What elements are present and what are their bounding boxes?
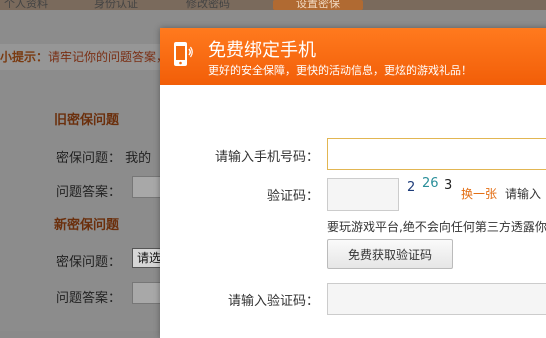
sms-code-label: 请输入验证码： xyxy=(228,294,320,309)
tip-bar: 小提示：请牢记你的问题答案， xyxy=(0,44,170,70)
captcha-char: 3 xyxy=(444,178,453,193)
new-answer-label: 问题答案： xyxy=(56,291,122,306)
bind-phone-dialog: 免费绑定手机 更好的安全保障，更快的活动信息，更炫的游戏礼品！ 请输入手机号码：… xyxy=(160,28,546,338)
tip-label: 小提示： xyxy=(0,50,49,64)
tip-text: 请牢记你的问题答案， xyxy=(48,50,169,64)
sms-code-input[interactable] xyxy=(327,283,546,315)
old-answer-label: 问题答案： xyxy=(56,185,122,200)
mobile-phone-icon xyxy=(174,42,193,66)
old-question-value: 我的 xyxy=(125,151,152,166)
tab-security-question[interactable]: 设置密保 xyxy=(273,0,363,10)
dialog-header: 免费绑定手机 更好的安全保障，更快的活动信息，更炫的游戏礼品！ xyxy=(160,28,546,85)
captcha-input[interactable] xyxy=(327,178,399,211)
refresh-captcha-link[interactable]: 换一张 xyxy=(461,185,497,202)
new-question-label: 密保问题： xyxy=(56,255,122,270)
background-tab-bar: 个人资料 身份认证 修改密码 设置密保 xyxy=(0,0,546,10)
new-question-heading: 新密保问题 xyxy=(54,218,120,233)
tab-change-password[interactable]: 修改密码 xyxy=(186,0,264,10)
captcha-char: 26 xyxy=(422,176,439,191)
old-question-heading: 旧密保问题 xyxy=(54,113,120,128)
dialog-title: 免费绑定手机 xyxy=(208,40,316,61)
old-question-label: 密保问题： 我的 xyxy=(56,151,152,166)
privacy-promise-text: 要玩游戏平台,绝不会向任何第三方透露你 xyxy=(327,220,546,234)
get-sms-code-button[interactable]: 免费获取验证码 xyxy=(327,239,453,269)
phone-number-input[interactable] xyxy=(327,138,546,170)
captcha-hint-text: 请输入 xyxy=(505,187,542,201)
captcha-char: 2 xyxy=(407,180,416,195)
captcha-image[interactable]: 2 26 3 xyxy=(403,176,458,198)
dialog-subtitle: 更好的安全保障，更快的活动信息，更炫的游戏礼品！ xyxy=(208,64,472,77)
phone-number-label: 请输入手机号码： xyxy=(215,150,320,165)
captcha-label: 验证码： xyxy=(267,189,320,204)
tab-profile[interactable]: 个人资料 xyxy=(4,0,84,10)
tab-identity[interactable]: 身份认证 xyxy=(94,0,164,10)
